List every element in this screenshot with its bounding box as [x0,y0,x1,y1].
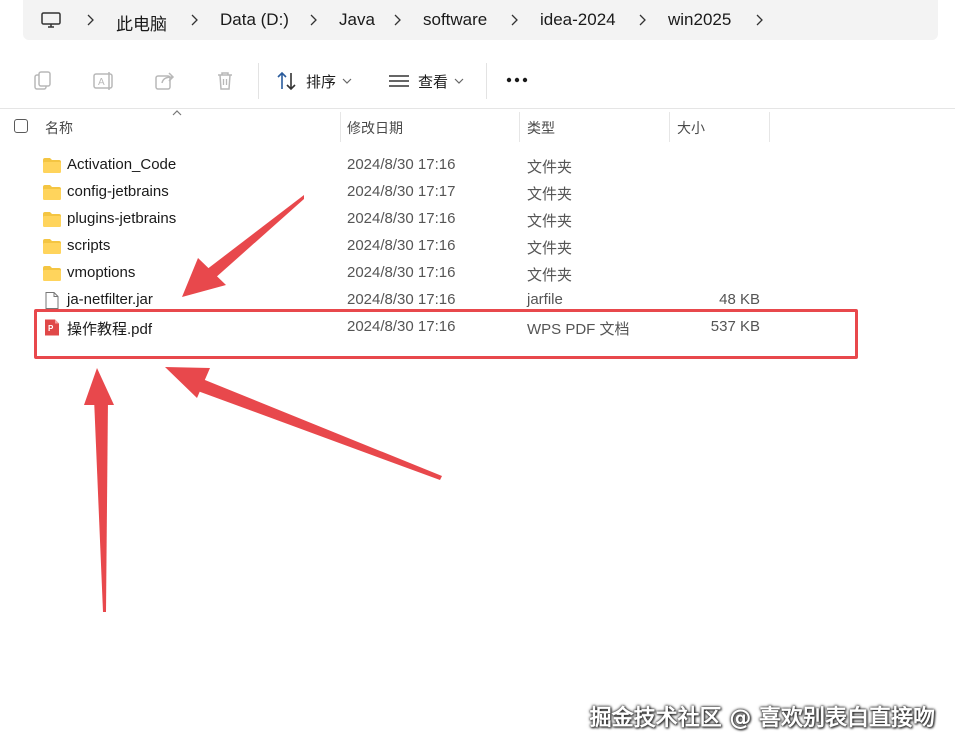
breadcrumb-item-software[interactable]: software [423,10,487,30]
copy-icon[interactable] [31,69,55,93]
chevron-right-icon [87,14,94,26]
file-type: 文件夹 [527,159,573,176]
file-name: vmoptions [67,264,136,281]
column-divider[interactable] [769,112,770,142]
file-modified: 2024/8/30 17:16 [347,156,456,173]
sort-icon [277,71,296,91]
folder-icon [43,266,61,281]
column-name[interactable]: 名称 [45,118,73,138]
breadcrumb-item-this-pc[interactable]: 此电脑 [116,10,167,35]
breadcrumb-item-drive[interactable]: Data (D:) [220,10,289,30]
chevron-right-icon[interactable] [754,14,764,26]
file-row[interactable]: config-jetbrains 2024/8/30 17:17 文件夹 [0,179,955,206]
file-modified: 2024/8/30 17:16 [347,210,456,227]
view-label: 查看 [418,73,449,91]
more-options-icon[interactable] [506,76,528,84]
breadcrumb-item-java[interactable]: Java [339,10,375,30]
command-bar: A 排序 查看 [0,50,955,109]
sort-ascending-icon [172,110,182,116]
folder-icon [43,239,61,254]
folder-icon [43,158,61,173]
chevron-right-icon [394,14,401,26]
view-button[interactable]: 查看 [388,69,464,93]
file-type: 文件夹 [527,213,573,230]
file-modified: 2024/8/30 17:17 [347,183,456,200]
arrow-icon [94,398,108,612]
column-divider[interactable] [519,112,520,142]
column-divider[interactable] [340,112,341,142]
rename-icon[interactable]: A [92,69,116,93]
file-row[interactable]: Activation_Code 2024/8/30 17:16 文件夹 [0,152,955,179]
column-header: 名称 修改日期 类型 大小 [0,110,955,142]
toolbar-divider [258,63,259,99]
file-modified: 2024/8/30 17:16 [347,237,456,254]
arrow-icon [195,378,442,480]
computer-icon [41,12,61,28]
arrow-icon [84,368,114,405]
file-row[interactable]: plugins-jetbrains 2024/8/30 17:16 文件夹 [0,206,955,233]
chevron-right-icon [310,14,317,26]
toolbar-divider [486,63,487,99]
column-size[interactable]: 大小 [677,118,705,138]
file-modified: 2024/8/30 17:16 [347,291,456,308]
file-size: 48 KB [719,291,760,308]
chevron-right-icon [511,14,518,26]
delete-icon[interactable] [213,69,237,93]
chevron-right-icon [639,14,646,26]
select-all-checkbox[interactable] [14,119,28,133]
file-type: 文件夹 [527,240,573,257]
file-modified: 2024/8/30 17:16 [347,264,456,281]
file-icon [45,292,59,309]
view-icon [389,75,409,87]
folder-icon [43,185,61,200]
file-type: jarfile [527,291,563,308]
column-type[interactable]: 类型 [527,118,555,138]
annotation-highlight-box [34,309,858,359]
chevron-right-icon [191,14,198,26]
breadcrumb-item-idea[interactable]: idea-2024 [540,10,616,30]
svg-text:A: A [98,77,105,88]
file-name: Activation_Code [67,156,177,173]
breadcrumb-item-win2025[interactable]: win2025 [668,10,731,30]
arrow-icon [165,367,210,398]
share-icon[interactable] [153,69,177,93]
chevron-down-icon [454,78,464,84]
file-row[interactable]: scripts 2024/8/30 17:16 文件夹 [0,233,955,260]
file-type: 文件夹 [527,186,573,203]
address-bar[interactable]: 此电脑 Data (D:) Java software idea-2024 wi… [23,0,938,40]
file-name: ja-netfilter.jar [67,291,153,308]
sort-label: 排序 [306,73,337,91]
file-name: config-jetbrains [67,183,169,200]
file-name: scripts [67,237,111,254]
watermark-text: 掘金技术社区 @ 喜欢别表白直接吻 [589,706,935,731]
folder-icon [43,212,61,227]
column-modified[interactable]: 修改日期 [347,118,403,138]
file-row[interactable]: vmoptions 2024/8/30 17:16 文件夹 [0,260,955,287]
chevron-down-icon [342,78,352,84]
file-name: plugins-jetbrains [67,210,177,227]
file-type: 文件夹 [527,267,573,284]
sort-button[interactable]: 排序 [276,69,352,93]
column-divider[interactable] [669,112,670,142]
